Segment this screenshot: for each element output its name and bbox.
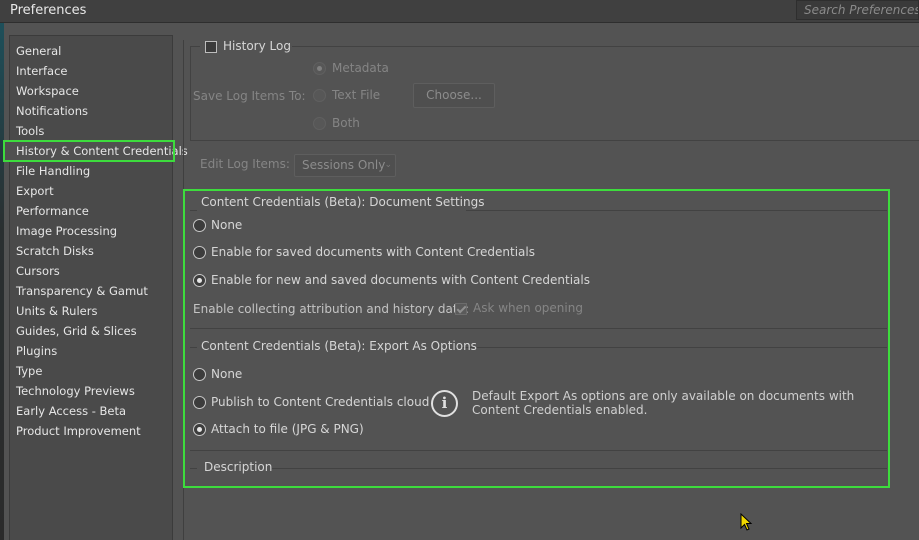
edit-log-items-select[interactable]: Sessions Only ⌄ [294,154,396,177]
history-log-checkbox[interactable] [205,41,217,53]
document-settings-title: Content Credentials (Beta): Document Set… [201,195,485,209]
sidebar-item-image-processing[interactable]: Image Processing [10,221,172,241]
sidebar-item-tools[interactable]: Tools [10,121,172,141]
group-line [190,46,200,47]
export-none-radio[interactable] [193,368,206,381]
doc-none-label: None [211,218,243,232]
sidebar-item-transparency-gamut[interactable]: Transparency & Gamut [10,281,172,301]
group-line [190,328,887,329]
choose-button[interactable]: Choose... [413,83,495,108]
sidebar-item-guides-grid-slices[interactable]: Guides, Grid & Slices [10,321,172,341]
doc-enable-saved-label: Enable for saved documents with Content … [211,245,535,259]
group-line [466,210,887,211]
sidebar-item-scratch-disks[interactable]: Scratch Disks [10,241,172,261]
collect-attribution-label: Enable collecting attribution and histor… [193,302,469,316]
sidebar-item-workspace[interactable]: Workspace [10,81,172,101]
description-title: Description [204,460,273,474]
title-bar: Preferences Search Preferences [0,0,919,23]
info-circle-icon: i [431,390,458,417]
doc-enable-new-saved-radio[interactable] [193,274,206,287]
save-log-items-label: Save Log Items To: [193,89,306,103]
export-options-title: Content Credentials (Beta): Export As Op… [201,339,477,353]
metadata-radio[interactable] [313,62,326,75]
chevron-down-icon: ⌄ [384,160,392,170]
sidebar-item-performance[interactable]: Performance [10,201,172,221]
sidebar-item-units-rulers[interactable]: Units & Rulers [10,301,172,321]
metadata-radio-label: Metadata [332,61,389,75]
sidebar-item-product-improvement[interactable]: Product Improvement [10,421,172,441]
doc-enable-new-saved-label: Enable for new and saved documents with … [211,273,590,287]
publish-cloud-radio[interactable] [193,396,206,409]
edit-log-items-value: Sessions Only [302,158,386,172]
sidebar-item-history-content-credentials[interactable]: History & Content Credentials [3,140,188,162]
group-line [190,468,197,469]
sidebar-item-file-handling[interactable]: File Handling [10,161,172,181]
both-radio[interactable] [313,117,326,130]
group-line [190,347,197,348]
search-preferences-input[interactable]: Search Preferences [796,0,919,20]
doc-none-radio[interactable] [193,219,206,232]
sidebar-item-early-access-beta[interactable]: Early Access - Beta [10,401,172,421]
group-line [190,140,919,141]
window-title: Preferences [10,3,87,18]
sidebar-item-technology-previews[interactable]: Technology Previews [10,381,172,401]
both-radio-label: Both [332,116,360,130]
sidebar-item-type[interactable]: Type [10,361,172,381]
group-line [190,46,191,140]
export-none-label: None [211,367,243,381]
sidebar-item-plugins[interactable]: Plugins [10,341,172,361]
sidebar-item-interface[interactable]: Interface [10,61,172,81]
history-log-label: History Log [223,39,291,53]
text-file-radio[interactable] [313,89,326,102]
text-file-radio-label: Text File [332,88,381,102]
group-line [190,210,197,211]
edit-log-items-label: Edit Log Items: [200,157,290,171]
attach-to-file-label: Attach to file (JPG & PNG) [211,422,364,436]
sidebar-item-notifications[interactable]: Notifications [10,101,172,121]
attach-to-file-radio[interactable] [193,423,206,436]
group-line [292,46,919,47]
sidebar-item-cursors[interactable]: Cursors [10,261,172,281]
sidebar-item-export[interactable]: Export [10,181,172,201]
publish-cloud-label: Publish to Content Credentials cloud [211,395,430,409]
preferences-sidebar: General Interface Workspace Notification… [3,35,188,540]
doc-enable-saved-radio[interactable] [193,246,206,259]
group-line [461,347,887,348]
export-info-text: Default Export As options are only avail… [472,389,855,417]
group-line [272,468,887,469]
ask-when-opening-label: Ask when opening [473,301,583,315]
group-line [190,450,887,451]
ask-when-opening-checkbox[interactable] [455,303,467,315]
window-edge [0,23,4,540]
mouse-cursor-icon [740,513,753,531]
sidebar-item-general[interactable]: General [10,41,172,61]
